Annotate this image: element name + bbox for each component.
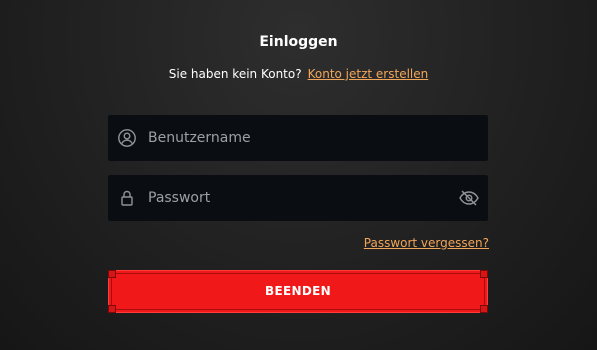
password-field[interactable]	[108, 175, 488, 221]
no-account-text: Sie haben kein Konto?	[168, 67, 302, 81]
lock-icon	[117, 188, 137, 208]
username-field[interactable]	[108, 115, 488, 161]
username-input[interactable]	[148, 115, 448, 161]
forgot-password-link[interactable]: Passwort vergessen?	[364, 236, 489, 250]
eye-slash-icon[interactable]	[458, 188, 480, 208]
submit-button-label: BEENDEN	[265, 284, 331, 298]
signup-prompt: Sie haben kein Konto? Konto jetzt erstell…	[0, 67, 597, 81]
login-title: Einloggen	[259, 34, 338, 50]
password-input[interactable]	[148, 175, 448, 221]
create-account-link[interactable]: Konto jetzt erstellen	[308, 67, 429, 81]
submit-button[interactable]: BEENDEN	[108, 270, 488, 313]
user-icon	[117, 128, 137, 148]
